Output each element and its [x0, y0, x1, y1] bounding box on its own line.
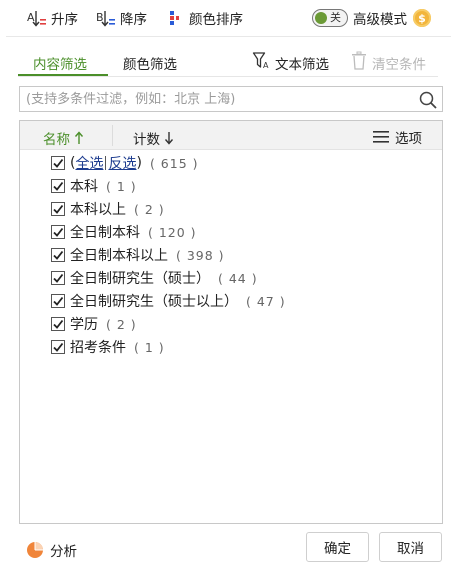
menu-icon	[372, 130, 390, 144]
clear-conditions-label: 清空条件	[372, 57, 426, 73]
item-count: ( 120 )	[148, 224, 197, 240]
color-sort-button[interactable]: 颜色排序	[164, 0, 243, 36]
tab-content-filter[interactable]: 内容筛选	[33, 53, 87, 73]
item-count: ( 2 )	[134, 201, 165, 217]
header-separator	[112, 125, 113, 146]
item-count: ( 1 )	[134, 339, 165, 355]
tab-color-filter[interactable]: 颜色筛选	[123, 53, 177, 73]
item-label: 全日制研究生（硕士）	[70, 271, 210, 287]
item-checkbox[interactable]	[51, 248, 65, 262]
color-sort-label: 颜色排序	[189, 12, 243, 28]
item-count: ( 47 )	[246, 293, 286, 309]
filter-panel: 内容筛选 颜色筛选 A 文本筛选 清空条件 (支持多条件过滤，例如：北京 上海)…	[6, 36, 451, 573]
item-checkbox[interactable]	[51, 202, 65, 216]
item-checkbox[interactable]	[51, 179, 65, 193]
invert-selection-link[interactable]: 反选	[108, 153, 136, 173]
arrow-down-icon	[164, 131, 174, 145]
select-all-checkbox[interactable]	[51, 156, 65, 170]
sort-ascending-icon: A	[26, 8, 48, 28]
link-separator	[105, 156, 107, 170]
item-label: 全日制研究生（硕士以上）	[70, 294, 238, 310]
analyze-label: 分析	[50, 544, 77, 560]
list-item[interactable]: 全日制本科以上 ( 398 )	[51, 244, 225, 266]
sort-by-name-header[interactable]: 名称	[43, 128, 84, 148]
list-item[interactable]: 学历 ( 2 )	[51, 313, 137, 335]
sort-by-count-header[interactable]: 计数	[133, 128, 174, 148]
list-item[interactable]: 本科 ( 1 )	[51, 175, 137, 197]
advanced-mode-label: 高级模式	[353, 12, 407, 28]
filter-tabs: 内容筛选 颜色筛选 A 文本筛选 清空条件	[6, 37, 451, 77]
search-box	[19, 86, 443, 112]
total-count: ( 615 )	[149, 155, 199, 171]
funnel-icon: A	[252, 51, 270, 75]
active-tab-underline	[18, 74, 108, 76]
ok-button[interactable]: 确定	[306, 532, 369, 562]
search-icon[interactable]	[418, 90, 438, 110]
advanced-mode-toggle[interactable]: 关	[312, 9, 348, 27]
item-label: 全日制本科以上	[70, 248, 168, 264]
analyze-button[interactable]: 分析	[26, 540, 77, 560]
sort-descending-label: 降序	[120, 12, 147, 28]
arrow-up-icon	[74, 131, 84, 145]
item-checkbox[interactable]	[51, 317, 65, 331]
advanced-mode-group: 关 高级模式 $	[312, 8, 431, 28]
item-count: ( 1 )	[106, 178, 137, 194]
premium-coin-icon[interactable]: $	[413, 9, 431, 27]
item-label: 本科	[70, 179, 98, 195]
list-item[interactable]: 全日制本科 ( 120 )	[51, 221, 197, 243]
sort-ascending-label: 升序	[51, 12, 78, 28]
list-item[interactable]: 全日制研究生（硕士） ( 44 )	[51, 267, 258, 289]
color-sort-icon	[164, 8, 186, 28]
item-count: ( 44 )	[218, 270, 258, 286]
item-checkbox[interactable]	[51, 225, 65, 239]
toggle-knob	[315, 12, 327, 24]
text-filter-button[interactable]: A 文本筛选	[252, 51, 329, 75]
list-item[interactable]: 招考条件 ( 1 )	[51, 336, 165, 358]
count-header-label: 计数	[133, 132, 160, 148]
item-count: ( 398 )	[176, 247, 225, 263]
options-label: 选项	[395, 131, 422, 147]
item-label: 本科以上	[70, 202, 126, 218]
item-checkbox[interactable]	[51, 294, 65, 308]
svg-text:A: A	[263, 61, 269, 70]
cancel-button[interactable]: 取消	[379, 532, 442, 562]
item-label: 学历	[70, 317, 98, 333]
clear-conditions-button[interactable]: 清空条件	[351, 51, 426, 75]
item-count: ( 2 )	[106, 316, 137, 332]
item-label: 全日制本科	[70, 225, 140, 241]
item-checkbox[interactable]	[51, 271, 65, 285]
options-button[interactable]: 选项	[372, 127, 422, 147]
text-filter-label: 文本筛选	[275, 57, 329, 73]
toggle-state-label: 关	[330, 11, 341, 24]
sort-descending-button[interactable]: B 降序	[95, 0, 147, 36]
value-list: 名称 计数 选项 (全选 反选) (615) 本科 (1) 本科以上…	[19, 120, 443, 524]
trash-icon	[351, 51, 367, 75]
sort-descending-icon: B	[95, 8, 117, 28]
select-all-row: ( 全选 反选 ) ( 615 )	[51, 152, 199, 174]
pie-chart-icon	[26, 541, 44, 559]
item-checkbox[interactable]	[51, 340, 65, 354]
list-item[interactable]: 本科以上 ( 2 )	[51, 198, 165, 220]
list-header: 名称 计数 选项	[20, 121, 442, 150]
item-label: 招考条件	[70, 340, 126, 356]
search-input[interactable]	[20, 87, 410, 111]
sort-ascending-button[interactable]: A 升序	[26, 0, 78, 36]
select-all-link[interactable]: 全选	[75, 153, 103, 173]
name-header-label: 名称	[43, 132, 70, 148]
list-item[interactable]: 全日制研究生（硕士以上） ( 47 )	[51, 290, 286, 312]
close-paren: )	[136, 155, 142, 171]
